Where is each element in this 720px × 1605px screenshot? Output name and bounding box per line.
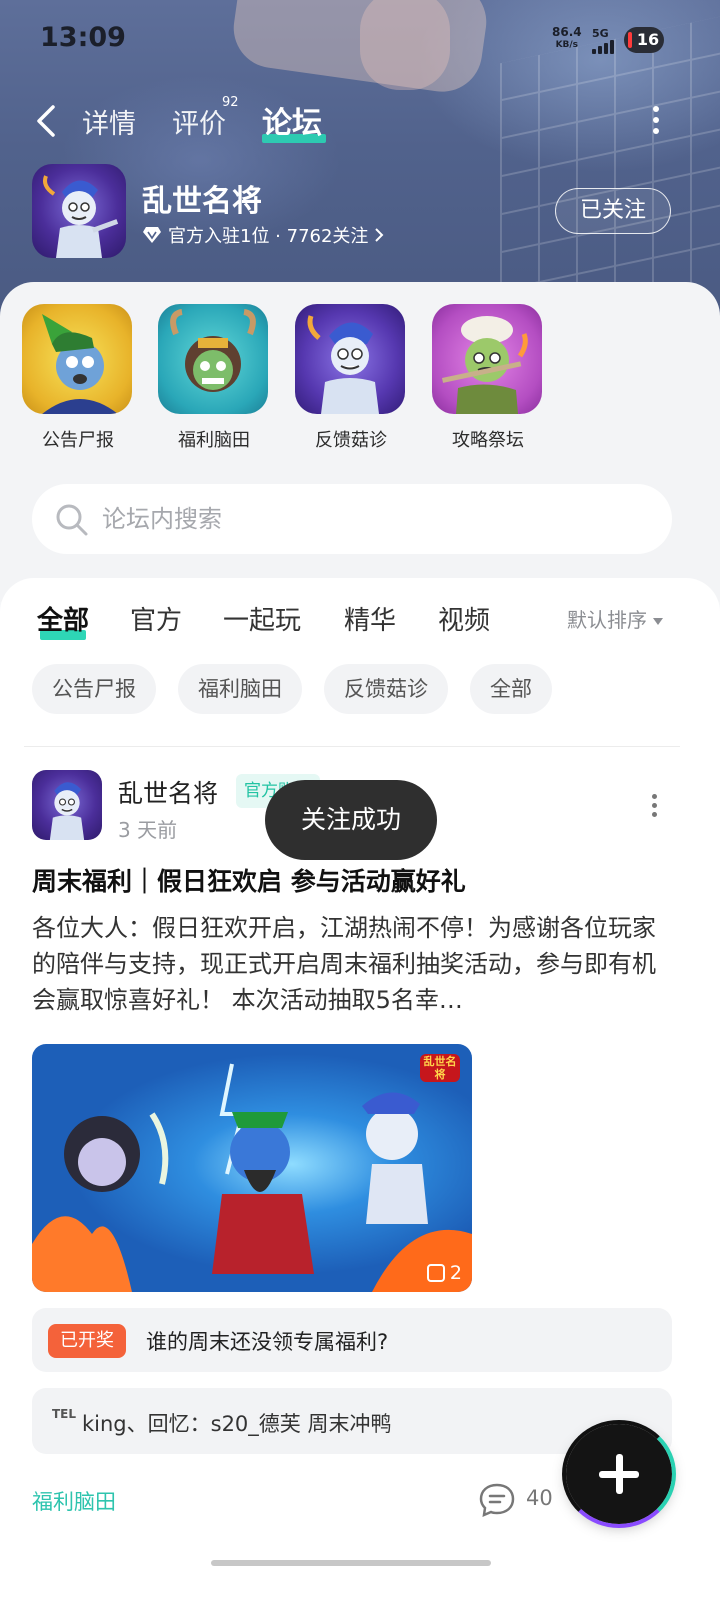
network-speed-value: 86.4 xyxy=(552,25,582,39)
forum-sections: 公告尸报 福利脑田 反馈菇诊 攻略祭坛 xyxy=(0,282,720,602)
forum-search-bar[interactable] xyxy=(32,484,672,554)
avatar[interactable] xyxy=(32,770,102,840)
search-icon xyxy=(56,504,88,536)
reply-text: king、回忆：s20_德芙 周末冲鸭 xyxy=(82,1412,392,1436)
more-options-icon[interactable] xyxy=(652,106,660,134)
post-image-artwork xyxy=(32,1063,472,1292)
game-character-art xyxy=(43,175,119,258)
game-name: 乱世名将 xyxy=(142,184,262,219)
top-nav: 详情 评价 92 论坛 xyxy=(0,92,720,152)
game-meta-link[interactable]: 官方入驻1位 · 7762关注 xyxy=(142,222,384,248)
announcement-icon xyxy=(22,304,132,414)
plus-icon-stroke xyxy=(616,1454,623,1494)
chevron-right-icon xyxy=(375,228,384,242)
feedback-icon xyxy=(295,304,405,414)
signal-icon xyxy=(592,40,618,54)
section-guide[interactable]: 攻略祭坛 xyxy=(432,304,544,452)
status-bar: 13:09 86.4 KB/s 5G 16 xyxy=(0,0,720,80)
event-status-badge: 已开奖 xyxy=(48,1324,126,1358)
post-image[interactable]: 乱世名将 2 xyxy=(32,1044,472,1292)
following-button[interactable]: 已关注 xyxy=(555,188,671,234)
section-label: 福利脑田 xyxy=(178,430,250,451)
reply-prefix: TEL xyxy=(52,1407,77,1421)
sort-label: 默认排序 xyxy=(567,608,647,632)
filter-tab-play-together[interactable]: 一起玩 xyxy=(223,600,301,637)
game-info: 乱世名将 官方入驻1位 · 7762关注 已关注 xyxy=(0,162,720,262)
search-input[interactable] xyxy=(102,484,642,554)
brand-logo: 乱世名将 xyxy=(420,1054,460,1082)
filter-tab-featured[interactable]: 精华 xyxy=(344,600,396,637)
back-icon[interactable] xyxy=(34,104,58,138)
section-announcement[interactable]: 公告尸报 xyxy=(22,304,134,452)
images-icon xyxy=(426,1264,445,1282)
lottery-event[interactable]: 已开奖 谁的周末还没领专属福利? xyxy=(32,1308,672,1372)
home-indicator[interactable] xyxy=(211,1560,491,1566)
game-header: 13:09 86.4 KB/s 5G 16 详情 评价 92 论坛 乱世名将 官… xyxy=(0,0,720,330)
chip-welfare[interactable]: 福利脑田 xyxy=(178,664,302,714)
tab-details[interactable]: 详情 xyxy=(82,102,136,141)
tab-reviews[interactable]: 评价 xyxy=(172,102,226,141)
filter-tab-official[interactable]: 官方 xyxy=(130,600,182,637)
author-name[interactable]: 乱世名将 xyxy=(118,774,218,810)
section-welfare[interactable]: 福利脑田 xyxy=(158,304,270,452)
comment-count: 40 xyxy=(526,1486,553,1510)
section-label: 公告尸报 xyxy=(42,430,114,451)
caret-down-icon xyxy=(653,618,663,625)
image-count: 2 xyxy=(426,1262,462,1284)
status-time: 13:09 xyxy=(40,22,126,53)
create-post-button[interactable] xyxy=(562,1420,676,1528)
image-count-value: 2 xyxy=(449,1262,462,1284)
post-more-icon[interactable] xyxy=(650,794,658,817)
feed-divider xyxy=(24,746,680,747)
battery-icon: 16 xyxy=(624,27,664,53)
diamond-icon xyxy=(143,227,161,243)
section-feedback[interactable]: 反馈菇诊 xyxy=(295,304,407,452)
filter-tab-all[interactable]: 全部 xyxy=(37,600,89,637)
event-text: 谁的周末还没领专属福利? xyxy=(146,1330,389,1354)
toast-message: 关注成功 xyxy=(265,780,437,860)
chip-announcement[interactable]: 公告尸报 xyxy=(32,664,156,714)
game-icon[interactable] xyxy=(32,164,126,258)
game-meta-text: 官方入驻1位 · 7762关注 xyxy=(168,226,369,247)
chip-feedback[interactable]: 反馈菇诊 xyxy=(324,664,448,714)
reviews-count-badge: 92 xyxy=(222,95,239,110)
post-section-link[interactable]: 福利脑田 xyxy=(32,1486,116,1516)
section-label: 反馈菇诊 xyxy=(315,430,387,451)
post-body[interactable]: 各位大人：假日狂欢开启，江湖热闹不停！为感谢各位玩家的陪伴与支持，现正式开启周末… xyxy=(32,910,678,1018)
post-title[interactable]: 周末福利｜假日狂欢启 参与活动赢好礼 xyxy=(32,862,466,898)
section-label: 攻略祭坛 xyxy=(452,430,524,451)
guide-icon xyxy=(432,304,542,414)
sort-dropdown[interactable]: 默认排序 xyxy=(567,604,663,633)
network-type: 5G xyxy=(592,27,609,40)
chip-all[interactable]: 全部 xyxy=(470,664,552,714)
network-speed: 86.4 KB/s xyxy=(552,26,582,52)
battery-level: 16 xyxy=(636,30,660,49)
post-time: 3 天前 xyxy=(118,818,178,842)
tab-forum[interactable]: 论坛 xyxy=(262,98,322,142)
comment-icon[interactable] xyxy=(478,1482,516,1518)
filter-tabs: 全部 官方 一起玩 精华 视频 默认排序 xyxy=(0,600,720,650)
welfare-icon xyxy=(158,304,268,414)
network-speed-unit: KB/s xyxy=(555,40,579,50)
filter-tab-video[interactable]: 视频 xyxy=(438,600,490,637)
